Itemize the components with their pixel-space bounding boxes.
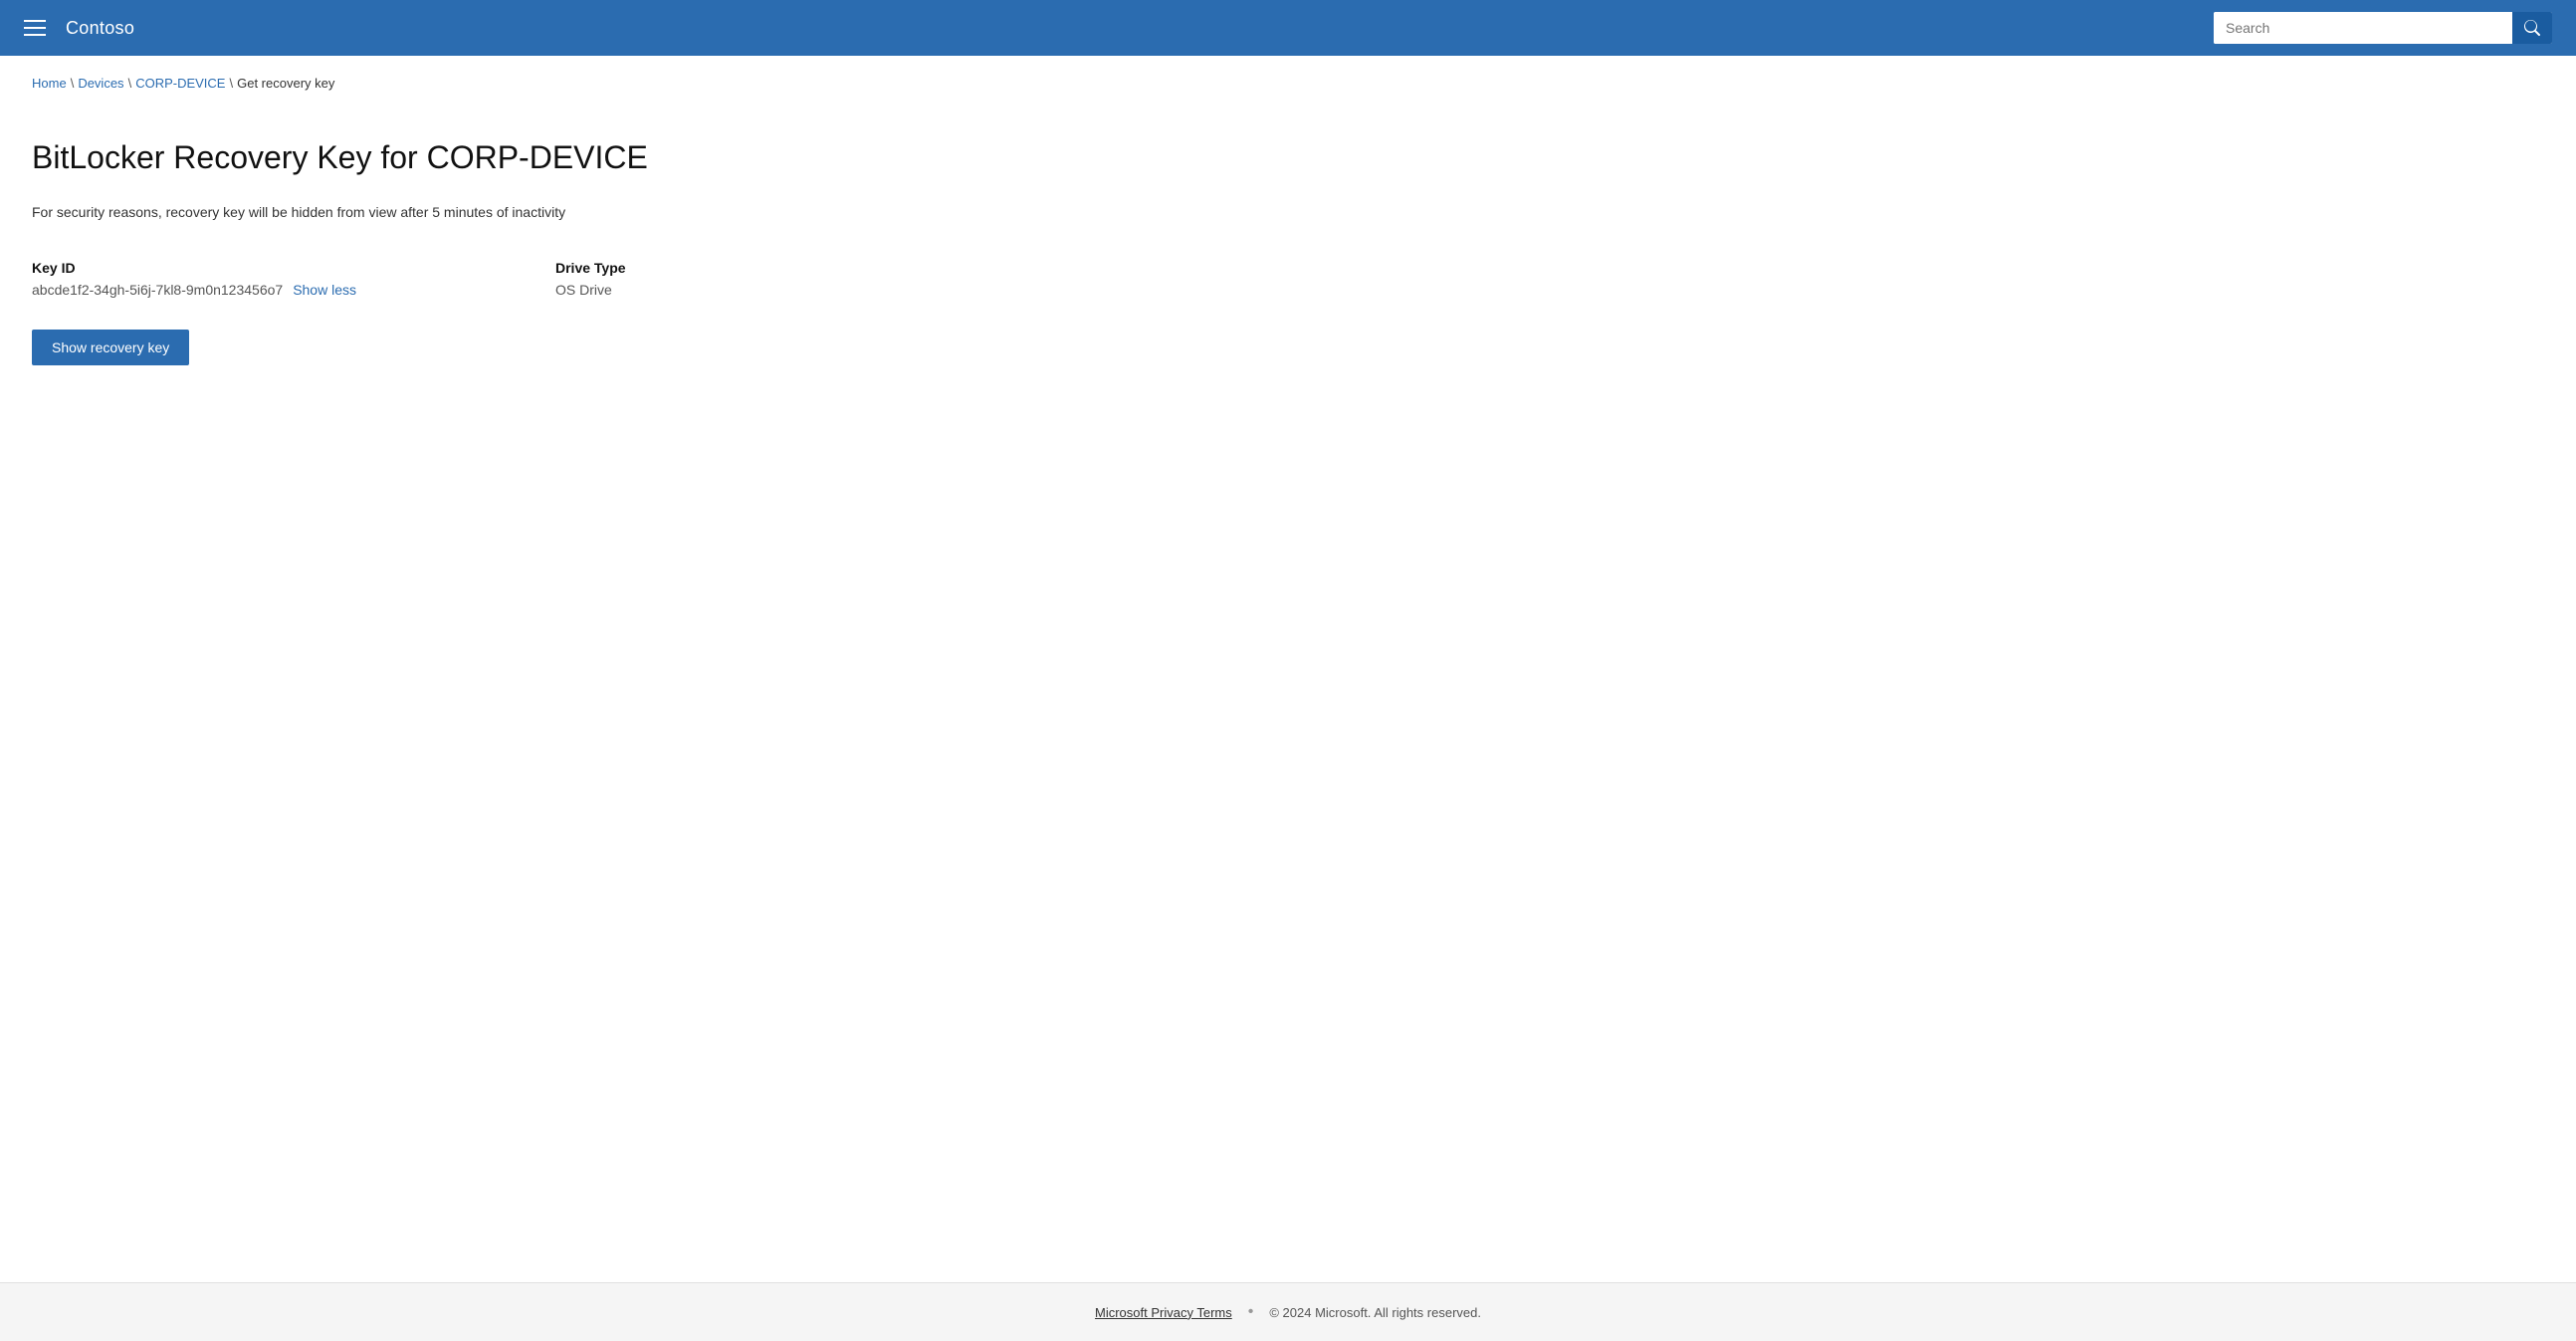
app-header: Contoso <box>0 0 2576 56</box>
breadcrumb-device[interactable]: CORP-DEVICE <box>135 76 225 91</box>
breadcrumb-current: Get recovery key <box>237 76 334 91</box>
footer-copyright: © 2024 Microsoft. All rights reserved. <box>1269 1305 1481 1320</box>
page-title: BitLocker Recovery Key for CORP-DEVICE <box>32 138 2544 176</box>
breadcrumb: Home \ Devices \ CORP-DEVICE \ Get recov… <box>0 56 2576 91</box>
breadcrumb-devices[interactable]: Devices <box>78 76 123 91</box>
security-notice: For security reasons, recovery key will … <box>32 204 2544 220</box>
header-left: Contoso <box>24 18 134 39</box>
show-less-link[interactable]: Show less <box>293 282 356 298</box>
key-id-section: Key ID abcde1f2-34gh-5i6j-7kl8-9m0n12345… <box>32 260 356 298</box>
key-details: Key ID abcde1f2-34gh-5i6j-7kl8-9m0n12345… <box>32 260 2544 298</box>
search-container <box>2214 12 2552 44</box>
hamburger-menu[interactable] <box>24 20 46 36</box>
breadcrumb-home[interactable]: Home <box>32 76 67 91</box>
breadcrumb-separator-3: \ <box>229 76 233 91</box>
drive-type-label: Drive Type <box>555 260 626 276</box>
key-id-value: abcde1f2-34gh-5i6j-7kl8-9m0n123456o7 <box>32 282 283 298</box>
key-id-value-row: abcde1f2-34gh-5i6j-7kl8-9m0n123456o7 Sho… <box>32 282 356 298</box>
show-recovery-key-button[interactable]: Show recovery key <box>32 330 189 365</box>
footer-separator: • <box>1248 1303 1254 1321</box>
main-content: BitLocker Recovery Key for CORP-DEVICE F… <box>0 91 2576 1282</box>
app-title: Contoso <box>66 18 134 39</box>
page-footer: Microsoft Privacy Terms • © 2024 Microso… <box>0 1282 2576 1341</box>
privacy-terms-link[interactable]: Microsoft Privacy Terms <box>1095 1305 1232 1320</box>
search-input[interactable] <box>2214 12 2512 44</box>
drive-type-section: Drive Type OS Drive <box>555 260 626 298</box>
search-button[interactable] <box>2512 12 2552 44</box>
breadcrumb-separator-1: \ <box>71 76 75 91</box>
key-id-label: Key ID <box>32 260 356 276</box>
drive-type-value: OS Drive <box>555 282 626 298</box>
breadcrumb-separator-2: \ <box>128 76 132 91</box>
search-icon <box>2524 20 2540 36</box>
